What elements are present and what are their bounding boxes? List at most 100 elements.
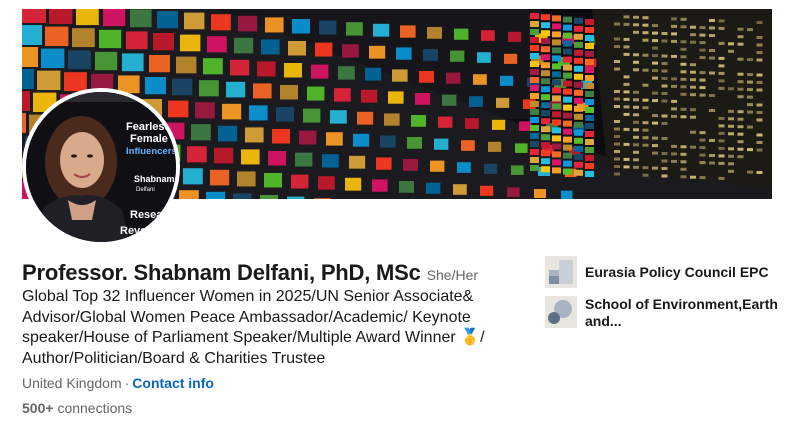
- banner-facade-tile: [552, 31, 561, 37]
- banner-window: [681, 175, 687, 178]
- banner-tile: [307, 87, 324, 101]
- banner-facade-tile: [574, 26, 583, 32]
- banner-window: [719, 154, 725, 157]
- banner-window: [652, 137, 658, 140]
- banner-window: [738, 73, 744, 76]
- banner-tile: [403, 159, 418, 171]
- banner-facade-tile: [574, 82, 583, 88]
- connections-label: connections: [57, 400, 132, 416]
- banner-facade-tile: [530, 101, 539, 107]
- banner-facade-tile: [585, 147, 594, 153]
- org-item-eurasia-policy-council[interactable]: Eurasia Policy Council EPC: [545, 256, 785, 288]
- banner-window: [719, 79, 725, 82]
- banner-window: [643, 121, 649, 124]
- banner-tile: [184, 13, 204, 30]
- banner-window: [643, 99, 649, 102]
- banner-facade-tile: [530, 37, 539, 43]
- banner-window: [624, 75, 630, 78]
- banner-window: [709, 139, 715, 142]
- banner-window: [738, 95, 744, 98]
- banner-tile: [488, 142, 501, 152]
- banner-tile: [130, 9, 152, 27]
- banner-window: [671, 160, 677, 163]
- banner-window: [652, 32, 658, 35]
- banner-window: [747, 88, 753, 91]
- banner-tile: [454, 29, 468, 40]
- banner-window: [652, 24, 658, 27]
- banner-facade-tile: [541, 142, 550, 148]
- banner-window: [728, 132, 734, 135]
- banner-facade-tile: [574, 122, 583, 128]
- banner-facade-tile: [574, 18, 583, 24]
- banner-window: [747, 58, 753, 61]
- banner-facade-tile: [585, 107, 594, 113]
- banner-window: [728, 117, 734, 120]
- avatar-text-research: Research: [130, 209, 176, 221]
- banner-window: [624, 83, 630, 86]
- banner-window: [614, 158, 620, 161]
- banner-tile: [76, 9, 99, 25]
- banner-window: [681, 25, 687, 28]
- org-item-school-of-environment[interactable]: School of Environment,Earth and...: [545, 296, 785, 330]
- banner-window: [643, 31, 649, 34]
- banner-window: [643, 174, 649, 177]
- banner-facade-tile: [530, 93, 539, 99]
- banner-window: [643, 16, 649, 19]
- banner-facade-tile: [574, 74, 583, 80]
- banner-window: [700, 139, 706, 142]
- banner-window: [757, 119, 763, 122]
- banner-tile: [372, 179, 388, 191]
- banner-window: [662, 77, 668, 80]
- banner-window: [700, 41, 706, 44]
- banner-window: [738, 58, 744, 61]
- banner-tile: [95, 52, 117, 70]
- banner-window: [738, 110, 744, 113]
- banner-facade-tile: [530, 69, 539, 75]
- banner-window: [643, 129, 649, 132]
- meta-separator: ·: [125, 375, 130, 391]
- banner-tile: [191, 124, 211, 140]
- connections-link[interactable]: 500+ connections: [22, 400, 132, 416]
- banner-facade-tile: [541, 78, 550, 84]
- banner-window: [690, 131, 696, 134]
- banner-tile: [504, 54, 517, 64]
- banner-facade-tile: [552, 55, 561, 61]
- banner-window: [633, 61, 639, 64]
- banner-window: [757, 81, 763, 84]
- banner-facade-tile: [574, 114, 583, 120]
- banner-window: [709, 49, 715, 52]
- banner-tile: [453, 184, 467, 195]
- banner-window: [614, 143, 620, 146]
- banner-window: [690, 63, 696, 66]
- banner-tile: [68, 50, 91, 69]
- banner-window: [671, 55, 677, 58]
- banner-window: [681, 85, 687, 88]
- banner-window: [709, 94, 715, 97]
- banner-window: [643, 106, 649, 109]
- banner-window: [652, 152, 658, 155]
- avatar-text-fearless: Fearless: [126, 121, 171, 133]
- banner-tile: [434, 139, 448, 150]
- banner-window: [690, 108, 696, 111]
- contact-info-link[interactable]: Contact info: [132, 375, 214, 391]
- company-logo-icon: [545, 256, 577, 288]
- banner-window: [671, 77, 677, 80]
- banner-facade-tile: [552, 47, 561, 53]
- banner-tile: [419, 71, 434, 83]
- banner-facade-tile: [552, 151, 561, 157]
- banner-window: [633, 68, 639, 71]
- banner-facade-tile: [585, 115, 594, 121]
- banner-tile: [365, 68, 381, 81]
- banner-window: [738, 35, 744, 38]
- banner-tile: [561, 191, 572, 199]
- profile-avatar[interactable]: Fearless Female Influencers Shabnam Delf…: [22, 88, 180, 246]
- banner-window: [738, 148, 744, 151]
- banner-facade-tile: [541, 126, 550, 132]
- banner-tile: [210, 170, 229, 186]
- banner-window: [671, 115, 677, 118]
- banner-tile: [399, 181, 414, 193]
- banner-window: [709, 57, 715, 60]
- banner-window: [719, 87, 725, 90]
- banner-window: [690, 41, 696, 44]
- avatar-text-shabnam: Shabnam: [134, 174, 175, 184]
